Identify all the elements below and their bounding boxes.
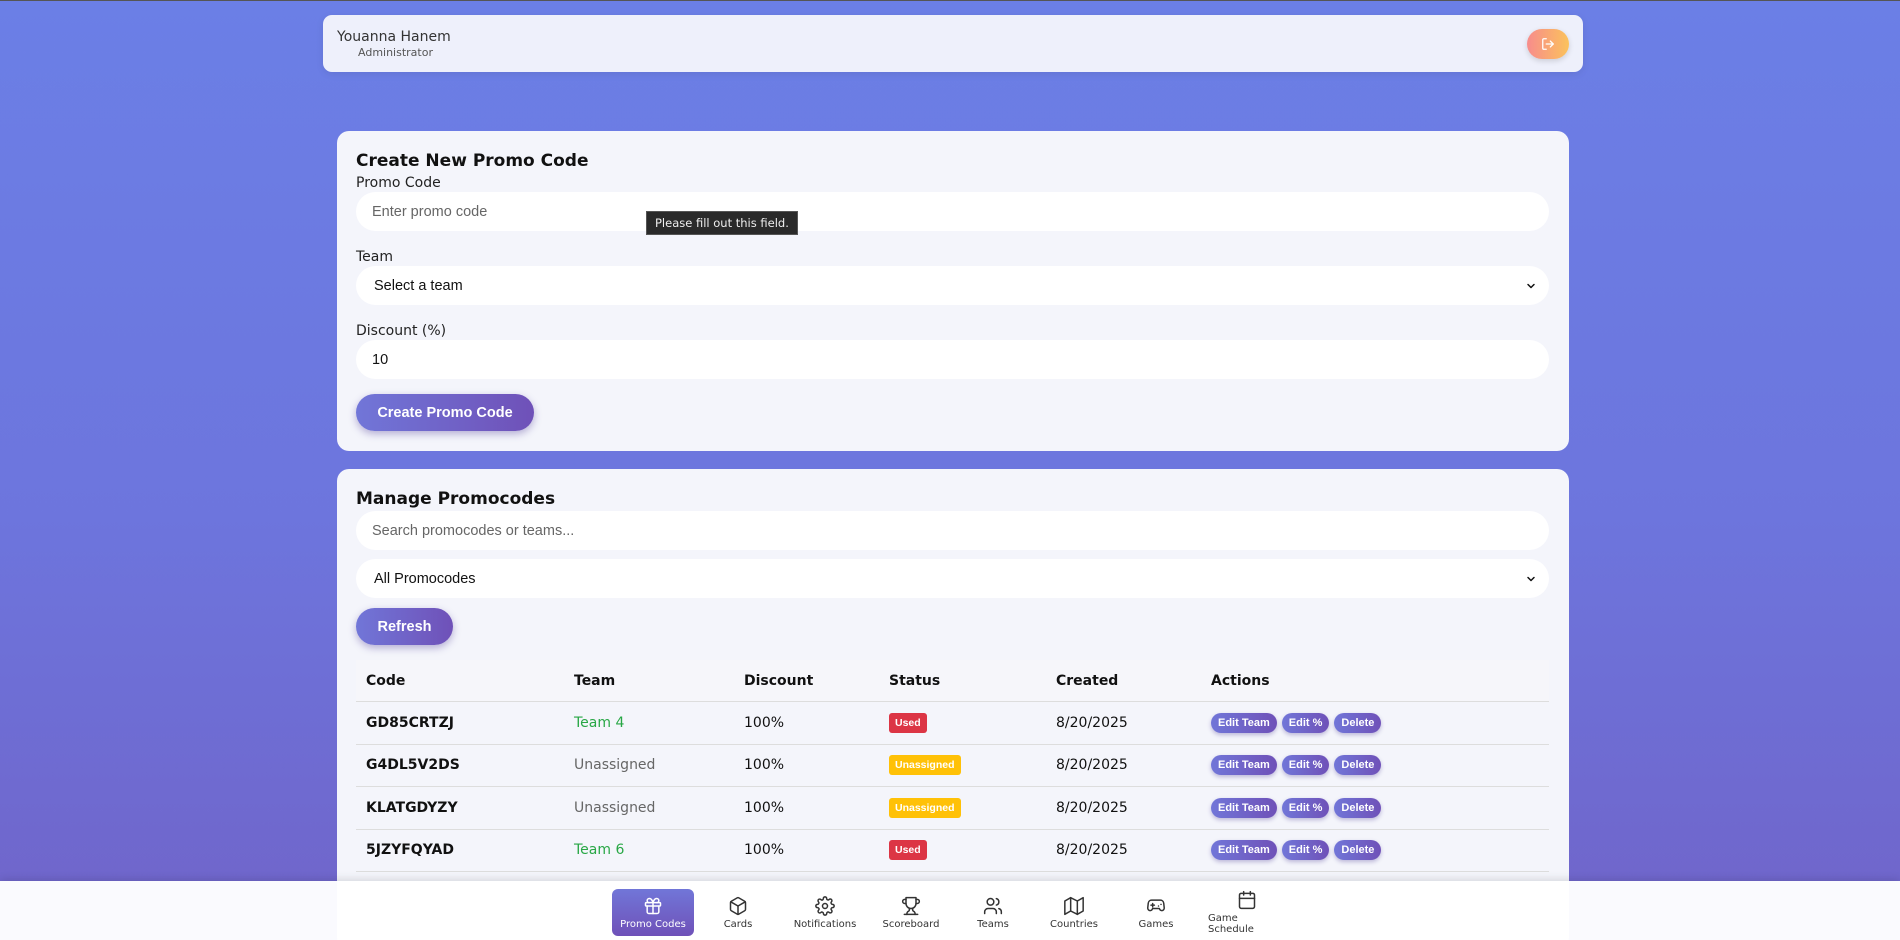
edit-team-button[interactable]: Edit Team: [1211, 840, 1277, 861]
created-cell: 8/20/2025: [1056, 714, 1128, 731]
team-label: Team: [356, 249, 394, 265]
promo-code-cell: GD85CRTZJ: [366, 714, 454, 731]
promo-code-cell: G4DL5V2DS: [366, 757, 460, 774]
delete-button[interactable]: Delete: [1334, 755, 1382, 776]
column-header-status: Status: [889, 672, 941, 689]
validation-tooltip: Please fill out this field.: [646, 211, 798, 235]
promo-code-input[interactable]: Enter promo code: [356, 192, 1549, 231]
nav-label: Countries: [1050, 918, 1098, 930]
status-badge: Unassigned: [889, 797, 961, 818]
status-badge: Used: [889, 712, 927, 733]
create-promo-panel: Create New Promo Code Promo Code Enter p…: [337, 131, 1569, 451]
column-header-actions: Actions: [1211, 672, 1270, 689]
nav-item-countries[interactable]: Countries: [1046, 889, 1102, 936]
bottom-nav: Promo Codes Cards Notifications Scoreboa…: [0, 881, 1900, 940]
edit-percent-button[interactable]: Edit %: [1281, 840, 1330, 861]
table-header: Code Team Discount Status Created Action…: [356, 660, 1549, 702]
discount-cell: 100%: [744, 714, 785, 731]
nav-item-teams[interactable]: Teams: [970, 889, 1016, 936]
nav-item-promo-codes[interactable]: Promo Codes: [612, 889, 694, 936]
trophy-icon: [901, 896, 921, 915]
delete-button[interactable]: Delete: [1334, 840, 1382, 861]
column-header-team: Team: [574, 672, 616, 689]
team-cell: Team 6: [574, 842, 625, 859]
top-border: [0, 0, 1900, 1]
user-info: Youanna Hanem Administrator: [337, 28, 451, 60]
promo-code-cell: 5JZYFQYAD: [366, 842, 454, 859]
manage-promos-panel: Manage Promocodes Search promocodes or t…: [337, 469, 1569, 940]
team-cell: Team 4: [574, 714, 625, 731]
promo-code-cell: KLATGDYZY: [366, 799, 458, 816]
nav-label: Promo Codes: [620, 918, 686, 930]
nav-label: Scoreboard: [882, 918, 940, 930]
status-badge: Used: [889, 840, 927, 861]
create-promo-title: Create New Promo Code: [356, 151, 589, 171]
created-cell: 8/20/2025: [1056, 842, 1128, 859]
promo-code-label: Promo Code: [356, 175, 441, 191]
create-promo-button[interactable]: Create Promo Code: [356, 394, 534, 431]
table-row: GD85CRTZJ Team 4 100% Used 8/20/2025 Edi…: [356, 702, 1549, 745]
discount-input[interactable]: 10: [356, 340, 1549, 379]
logout-icon: [1542, 37, 1554, 50]
column-header-discount: Discount: [744, 672, 814, 689]
column-header-created: Created: [1056, 672, 1119, 689]
created-cell: 8/20/2025: [1056, 799, 1128, 816]
app-header: Youanna Hanem Administrator: [323, 15, 1583, 72]
discount-label: Discount (%): [356, 323, 447, 339]
chevron-down-icon: [1527, 283, 1535, 288]
manage-promos-title: Manage Promocodes: [356, 489, 556, 509]
box-icon: [729, 896, 747, 915]
filter-select[interactable]: All Promocodes: [356, 559, 1549, 598]
column-header-code: Code: [366, 672, 406, 689]
filter-select-value: All Promocodes: [374, 570, 476, 587]
nav-label: Games: [1138, 918, 1174, 930]
nav-item-cards[interactable]: Cards: [712, 889, 764, 936]
delete-button[interactable]: Delete: [1334, 797, 1382, 818]
team-select-value: Select a team: [374, 277, 463, 294]
edit-percent-button[interactable]: Edit %: [1281, 712, 1330, 733]
nav-label: Game Schedule: [1208, 913, 1254, 935]
table-row: KLATGDYZY Unassigned 100% Unassigned 8/2…: [356, 787, 1549, 830]
nav-label: Cards: [723, 918, 753, 930]
gift-icon: [644, 897, 662, 914]
user-role: Administrator: [358, 45, 433, 59]
table-row: 5JZYFQYAD Team 6 100% Used 8/20/2025 Edi…: [356, 830, 1549, 872]
calendar-icon: [1238, 890, 1256, 910]
nav-item-games[interactable]: Games: [1134, 889, 1178, 936]
nav-item-game-schedule[interactable]: Game Schedule: [1208, 889, 1286, 936]
edit-team-button[interactable]: Edit Team: [1211, 712, 1277, 733]
edit-percent-button[interactable]: Edit %: [1281, 755, 1330, 776]
created-cell: 8/20/2025: [1056, 757, 1128, 774]
nav-label: Notifications: [793, 918, 857, 930]
refresh-button[interactable]: Refresh: [356, 608, 453, 645]
discount-cell: 100%: [744, 799, 785, 816]
nav-item-scoreboard[interactable]: Scoreboard: [878, 889, 944, 936]
promocodes-table: Code Team Discount Status Created Action…: [356, 660, 1549, 872]
nav-label: Teams: [977, 918, 1009, 930]
edit-team-button[interactable]: Edit Team: [1211, 755, 1277, 776]
delete-button[interactable]: Delete: [1334, 712, 1382, 733]
nav-item-notifications[interactable]: Notifications: [790, 889, 860, 936]
team-cell: Unassigned: [574, 757, 656, 774]
table-row: G4DL5V2DS Unassigned 100% Unassigned 8/2…: [356, 745, 1549, 787]
gear-icon: [815, 895, 835, 916]
edit-percent-button[interactable]: Edit %: [1281, 797, 1330, 818]
gamepad-icon: [1147, 898, 1165, 911]
discount-cell: 100%: [744, 842, 785, 859]
team-select[interactable]: Select a team: [356, 266, 1549, 305]
team-cell: Unassigned: [574, 799, 656, 816]
user-name: Youanna Hanem: [337, 28, 451, 45]
discount-cell: 100%: [744, 757, 785, 774]
users-icon: [983, 897, 1003, 914]
chevron-down-icon: [1527, 576, 1535, 581]
map-icon: [1064, 896, 1084, 915]
search-input[interactable]: Search promocodes or teams...: [356, 511, 1549, 550]
status-badge: Unassigned: [889, 755, 961, 776]
logout-button[interactable]: [1527, 28, 1569, 59]
edit-team-button[interactable]: Edit Team: [1211, 797, 1277, 818]
